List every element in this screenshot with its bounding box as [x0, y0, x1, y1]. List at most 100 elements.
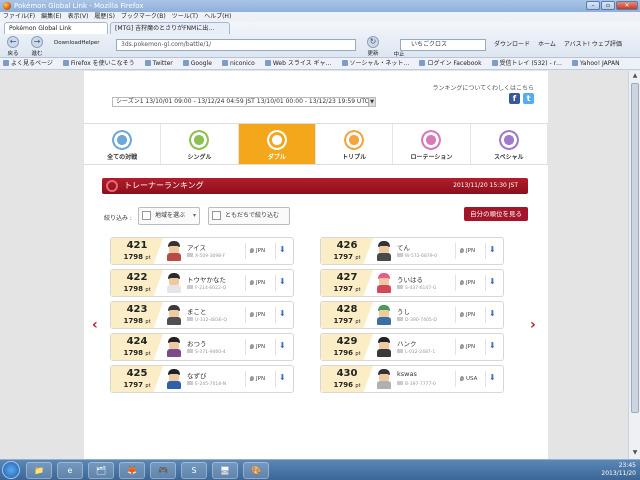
season-select[interactable]: シーズン1 13/10/01 09:00 - 13/12/24 04:59 JS…: [112, 97, 376, 107]
close-button[interactable]: ✕: [616, 1, 638, 10]
bookmark-item[interactable]: Yahoo! JAPAN: [572, 58, 620, 69]
firefox-taskbar-icon[interactable]: 🦊: [119, 462, 145, 479]
rating-points: 1797 pt: [333, 317, 361, 325]
system-tray-clock[interactable]: 23:45 2013/11/20: [601, 462, 636, 478]
bookmark-item[interactable]: Google: [183, 58, 212, 69]
trainer-avatar: [165, 369, 183, 389]
menu-tools[interactable]: ツール(T): [172, 12, 198, 22]
region-filter[interactable]: 地域を選ぶ ▾: [138, 207, 200, 225]
forward-button[interactable]: → 進む: [26, 36, 48, 57]
menu-view[interactable]: 表示(V): [68, 12, 89, 22]
tab-mtg[interactable]: [MTG] 吉狩魔のとさりがFNMに出…: [110, 22, 230, 34]
next-page-arrow[interactable]: ›: [530, 317, 536, 333]
expand-arrow-icon[interactable]: ⬇: [279, 341, 286, 350]
ranking-row[interactable]: 430 1796 pt kswas B-397-7777-0 USA ⬇: [320, 365, 504, 393]
ranking-row[interactable]: 422 1798 pt トウヤかなた F-214-6022-Q JPN ⬇: [110, 269, 294, 297]
bookmark-item[interactable]: ソーシャル・ネット…: [342, 58, 410, 69]
vertical-scrollbar[interactable]: ▲ ▼: [628, 71, 640, 459]
category-tab[interactable]: ローテーション: [393, 124, 471, 164]
bookmark-item[interactable]: 受信トレイ (532) - r…: [492, 58, 563, 69]
category-icon: [344, 130, 365, 150]
expand-arrow-icon[interactable]: ⬇: [489, 373, 496, 382]
rank-number: 427: [336, 272, 358, 283]
ranking-row[interactable]: 421 1798 pt アイス X-509-3098-F JPN ⬇: [110, 237, 294, 265]
rank-number: 429: [336, 336, 358, 347]
category-tab[interactable]: ダブル: [238, 124, 316, 164]
menu-edit[interactable]: 編集(E): [41, 12, 61, 22]
country-code: JPN: [460, 344, 475, 350]
ranking-row[interactable]: 425 1797 pt なずび E-245-7018-N JPN ⬇: [110, 365, 294, 393]
search-input[interactable]: いちごクロス: [400, 39, 486, 51]
friends-filter[interactable]: ともだちで絞り込む: [208, 207, 290, 225]
skype-icon[interactable]: S: [181, 462, 207, 479]
bookmark-item[interactable]: niconico: [222, 58, 255, 69]
facebook-icon[interactable]: f: [509, 93, 520, 104]
expand-arrow-icon[interactable]: ⬇: [489, 245, 496, 254]
menu-file[interactable]: ファイル(F): [3, 12, 35, 22]
previous-page-arrow[interactable]: ‹: [92, 317, 98, 333]
download-button[interactable]: ダウンロード: [494, 39, 530, 48]
avast-button[interactable]: アバスト! ウェブ評価: [564, 39, 622, 48]
explorer-icon[interactable]: 📁: [26, 462, 52, 479]
expand-arrow-icon[interactable]: ⬇: [489, 277, 496, 286]
divider: [245, 307, 246, 323]
menu-bar: ファイル(F) 編集(E) 表示(V) 履歴(S) ブックマーク(B) ツール(…: [0, 12, 640, 22]
ranking-row[interactable]: 429 1796 pt ハンク L-012-2487-1 JPN ⬇: [320, 333, 504, 361]
folder-icon[interactable]: 🗂: [88, 462, 114, 479]
category-tab[interactable]: シングル: [161, 124, 239, 164]
internet-explorer-icon[interactable]: e: [57, 462, 83, 479]
game-icon[interactable]: 🎮: [150, 462, 176, 479]
maximize-button[interactable]: ▫: [601, 1, 615, 10]
divider: [455, 339, 456, 355]
start-button[interactable]: [2, 461, 20, 479]
menu-help[interactable]: ヘルプ(H): [204, 12, 231, 22]
ranking-row[interactable]: 424 1798 pt おつう S-371-9460-4 JPN ⬇: [110, 333, 294, 361]
forward-arrow-icon: →: [31, 36, 43, 48]
ranking-row[interactable]: 426 1797 pt てん W-572-6879-0 JPN ⬇: [320, 237, 504, 265]
rank-badge: 422 1798 pt: [111, 270, 163, 296]
scroll-down-icon[interactable]: ▼: [630, 449, 640, 458]
download-helper-button[interactable]: DownloadHelper: [54, 40, 110, 46]
url-bar[interactable]: 3ds.pokemon-gl.com/battle/1/: [116, 39, 356, 51]
expand-arrow-icon[interactable]: ⬇: [279, 277, 286, 286]
back-arrow-icon: ←: [7, 36, 19, 48]
expand-arrow-icon[interactable]: ⬇: [279, 373, 286, 382]
paint-icon[interactable]: 🎨: [243, 462, 269, 479]
trainer-id: B-397-7777-0: [397, 381, 436, 387]
reload-button[interactable]: ↻ 更新: [362, 36, 384, 57]
bookmark-item[interactable]: Web スライス ギャ…: [265, 58, 332, 69]
expand-arrow-icon[interactable]: ⬇: [279, 309, 286, 318]
expand-arrow-icon[interactable]: ⬇: [489, 341, 496, 350]
rank-badge: 430 1796 pt: [321, 366, 373, 392]
ranking-row[interactable]: 423 1798 pt まこと U-312-4836-Q JPN ⬇: [110, 301, 294, 329]
country-code: JPN: [460, 248, 475, 254]
scroll-up-icon[interactable]: ▲: [630, 72, 640, 81]
rating-points: 1798 pt: [123, 253, 151, 261]
tab-pokemon-global-link[interactable]: Pokémon Global Link: [4, 22, 108, 34]
category-tab[interactable]: 全ての対戦: [84, 124, 162, 164]
bookmark-item[interactable]: よく見るページ: [3, 58, 53, 69]
bookmark-item[interactable]: ログイン Facebook: [419, 58, 481, 69]
category-tab[interactable]: スペシャル: [471, 124, 548, 164]
ranking-info-link[interactable]: ランキングについてくわしくはこちら: [433, 83, 534, 92]
scrollbar-thumb[interactable]: [631, 83, 639, 413]
ranking-row[interactable]: 427 1797 pt ういはる S-437-6147-G JPN ⬇: [320, 269, 504, 297]
menu-history[interactable]: 履歴(S): [94, 12, 115, 22]
menu-bookmarks[interactable]: ブックマーク(B): [121, 12, 166, 22]
trainer-name: ハンク: [397, 340, 417, 348]
minimize-button[interactable]: –: [586, 1, 600, 10]
ranking-row[interactable]: 428 1797 pt うし D-390-7405-D JPN ⬇: [320, 301, 504, 329]
expand-arrow-icon[interactable]: ⬇: [279, 245, 286, 254]
bookmark-item[interactable]: Twitter: [145, 58, 173, 69]
stop-button[interactable]: 中止: [388, 50, 410, 58]
back-button[interactable]: ← 戻る: [2, 36, 24, 57]
my-rank-button[interactable]: 自分の順位を見る: [464, 207, 528, 221]
category-tab[interactable]: トリプル: [316, 124, 394, 164]
bookmark-item[interactable]: Firefox を使いこなそう: [63, 58, 135, 69]
expand-arrow-icon[interactable]: ⬇: [489, 309, 496, 318]
battle-category-tabs: 全ての対戦 シングル ダブル トリプル ローテーション スペシャル: [84, 123, 548, 165]
window-icon[interactable]: 🖥: [212, 462, 238, 479]
twitter-icon[interactable]: t: [523, 93, 534, 104]
home-button[interactable]: ホーム: [538, 39, 556, 48]
trainer-name: トウヤかなた: [187, 276, 226, 284]
